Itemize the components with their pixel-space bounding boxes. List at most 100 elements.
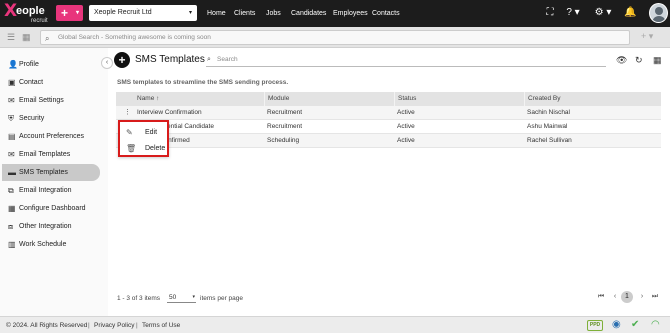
cell-module: Recruitment	[267, 109, 303, 116]
account-preferences-icon: ▤	[8, 132, 16, 141]
nav-employees[interactable]: Employees	[333, 9, 368, 18]
column-module[interactable]: Module	[264, 92, 394, 106]
nav-clients[interactable]: Clients	[234, 9, 255, 18]
add-widget-button[interactable]: + ▾	[641, 31, 653, 42]
sidebar-item-sms-templates[interactable]: ▬ SMS Templates	[2, 164, 100, 181]
sidebar-item-work-schedule[interactable]: ▥ Work Schedule	[2, 236, 100, 253]
cell-created-by: Rachel Sullivan	[527, 137, 572, 144]
chevron-down-icon: ▾	[75, 10, 79, 16]
first-page-button[interactable]: ⏮	[595, 291, 607, 303]
plug-icon: ⧈	[8, 222, 14, 231]
bell-icon[interactable]: 🔔	[624, 7, 636, 19]
search-icon: ⌕	[45, 34, 50, 43]
avatar[interactable]	[649, 3, 668, 23]
top-navbar: X eople recruit + ▾ Xeople Recruit Ltd ▾ H…	[0, 0, 670, 27]
table-row[interactable]: ew time confirmed Scheduling Active Rach…	[116, 134, 661, 148]
cell-status: Active	[397, 137, 415, 144]
footer-divider: |	[88, 322, 90, 329]
person-icon: 👤	[8, 60, 18, 69]
logo-wordmark: eople	[16, 5, 45, 17]
menu-icon[interactable]: ☰	[7, 32, 15, 42]
chevron-down-icon: ▾	[188, 10, 192, 16]
grid-view-icon[interactable]: ▦	[653, 55, 662, 65]
footer: © 2024. All Rights Reserved | Privacy Po…	[0, 316, 670, 333]
row-context-menu: ✎ Edit 🗑 Delete	[118, 120, 169, 157]
cell-created-by: Ashu Mainwal	[527, 123, 568, 130]
sidebar-item-security[interactable]: ⛨ Security	[2, 110, 100, 127]
copyright-text: © 2024. All Rights Reserved	[6, 322, 88, 329]
chevron-left-icon: ‹	[105, 59, 109, 66]
footer-divider: |	[136, 322, 138, 329]
page-title: SMS Templates	[135, 54, 205, 65]
items-per-page-select[interactable]: 50 ▾	[167, 293, 196, 303]
help-icon[interactable]: ? ▾	[563, 7, 583, 19]
next-page-button[interactable]: ›	[636, 291, 648, 303]
sidebar-item-configure-dashboard[interactable]: ▦ Configure Dashboard	[2, 200, 100, 217]
organization-select[interactable]: Xeople Recruit Ltd ▾	[89, 5, 197, 21]
column-status[interactable]: Status	[394, 92, 524, 106]
wifi-icon[interactable]: ◠	[651, 319, 660, 331]
eye-icon[interactable]: 👁	[616, 55, 627, 65]
sidebar-item-other-integration[interactable]: ⧈ Other Integration	[2, 218, 100, 235]
refresh-icon[interactable]: ↻	[635, 55, 643, 65]
cell-module: Recruitment	[267, 123, 303, 130]
sidebar-item-profile[interactable]: 👤 Profile	[2, 56, 100, 73]
shield-icon: ⛨	[8, 114, 14, 123]
calendar-icon: ▥	[8, 240, 16, 249]
pencil-icon: ✎	[126, 128, 133, 137]
ppd-badge[interactable]: PPD	[587, 320, 603, 331]
logo-subtitle: recruit	[31, 18, 48, 24]
cell-status: Active	[397, 109, 415, 116]
privacy-policy-link[interactable]: Privacy Policy	[94, 322, 134, 330]
sidebar-item-contact[interactable]: ▣ Contact	[2, 74, 100, 91]
pagination-range: 1 - 3 of 3 items	[117, 295, 160, 302]
previous-page-button[interactable]: ‹	[609, 291, 621, 303]
settings-icon[interactable]: ⚙ ▾	[592, 7, 614, 19]
dashboard-icon: ▦	[8, 204, 16, 213]
edit-menu-item[interactable]: ✎ Edit	[120, 125, 167, 140]
cell-status: Active	[397, 123, 415, 130]
add-template-button[interactable]: +	[114, 52, 130, 68]
cell-name: Interview Confirmation	[137, 109, 202, 116]
page-subtitle: SMS templates to streamline the SMS send…	[117, 79, 289, 86]
terms-of-use-link[interactable]: Terms of Use	[142, 322, 180, 330]
table-row[interactable]: ⋮ Interview Confirmation Recruitment Act…	[116, 106, 661, 120]
nav-candidates[interactable]: Candidates	[291, 9, 326, 18]
sidebar-item-account-preferences[interactable]: ▤ Account Preferences	[2, 128, 100, 145]
contact-card-icon: ▣	[8, 78, 16, 87]
settings-sidebar: 👤 Profile ▣ Contact ✉ Email Settings ⛨ Secur…	[0, 48, 108, 316]
sidebar-item-email-templates[interactable]: ✉ Email Templates	[2, 146, 100, 163]
fullscreen-icon[interactable]: ⛶	[544, 7, 556, 19]
nav-home[interactable]: Home	[207, 9, 226, 18]
xeople-logo[interactable]: X eople recruit	[4, 2, 52, 26]
search-icon: ⌕	[207, 56, 211, 63]
cell-created-by: Sachin Nischal	[527, 109, 570, 116]
nav-contacts[interactable]: Contacts	[372, 9, 400, 18]
page-number-button[interactable]: 1	[621, 291, 633, 303]
sidebar-item-email-integration[interactable]: ⧉ Email Integration	[2, 182, 100, 199]
quick-add-button[interactable]: + ▾	[56, 5, 83, 21]
grid-icon[interactable]: ▦	[22, 32, 31, 42]
table-header: Name ↑ Module Status Created By	[116, 92, 661, 106]
sms-icon: ▬	[8, 168, 16, 177]
user-status-icon[interactable]: ◉	[612, 319, 621, 331]
delete-menu-item[interactable]: 🗑 Delete	[120, 141, 167, 156]
last-page-button[interactable]: ⏭	[649, 291, 661, 303]
global-search-input[interactable]: ⌕ Global Search - Something awesome is c…	[40, 30, 630, 45]
table-row[interactable]: ate for Potential Candidate Recruitment …	[116, 120, 661, 134]
main-content: + SMS Templates ⌕ Search 👁 ↻ ▦ SMS templ…	[108, 48, 670, 316]
template-search-input[interactable]: ⌕ Search	[206, 54, 606, 67]
sort-ascending-icon: ↑	[156, 95, 160, 102]
row-actions-icon[interactable]: ⋮	[124, 106, 131, 120]
nav-jobs[interactable]: Jobs	[266, 9, 281, 18]
check-circle-icon[interactable]: ✔	[631, 319, 639, 331]
global-search-bar: ☰ ▦ ⌕ Global Search - Something awesome …	[0, 27, 670, 48]
items-per-page-label: items per page	[200, 295, 243, 302]
column-created-by[interactable]: Created By	[524, 92, 661, 106]
collapse-sidebar-button[interactable]: ‹	[101, 57, 113, 69]
sidebar-item-email-settings[interactable]: ✉ Email Settings	[2, 92, 100, 109]
cell-module: Scheduling	[267, 137, 300, 144]
trash-icon: 🗑	[126, 144, 137, 153]
envelope-icon: ✉	[8, 96, 15, 105]
column-name[interactable]: Name ↑	[134, 92, 264, 106]
